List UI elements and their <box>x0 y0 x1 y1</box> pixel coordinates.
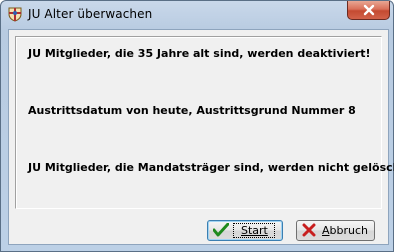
shield-crest-icon <box>7 6 23 22</box>
message-mandate: JU Mitglieder, die Mandatsträger sind, w… <box>28 161 394 174</box>
dialog-client-area: JU Mitglieder, die 35 Jahre alt sind, we… <box>8 29 394 245</box>
window-title: JU Alter überwachen <box>28 7 153 21</box>
dialog-window: JU Alter überwachen JU Mitglieder, die 3… <box>0 0 394 252</box>
red-x-icon <box>302 223 316 240</box>
cancel-button-label: Abbruch <box>322 224 369 237</box>
close-icon <box>363 4 375 16</box>
start-button[interactable]: Start <box>207 220 283 241</box>
start-button-label: Start <box>241 224 268 237</box>
message-deactivate: JU Mitglieder, die 35 Jahre alt sind, we… <box>28 47 371 60</box>
close-button[interactable] <box>347 1 390 20</box>
message-exit-date: Austrittsdatum von heute, Austrittsgrund… <box>28 104 356 117</box>
cancel-button[interactable]: Abbruch <box>296 220 375 241</box>
checkmark-icon <box>212 222 230 240</box>
title-bar[interactable]: JU Alter überwachen <box>1 1 393 29</box>
message-panel: JU Mitglieder, die 35 Jahre alt sind, we… <box>15 36 394 209</box>
